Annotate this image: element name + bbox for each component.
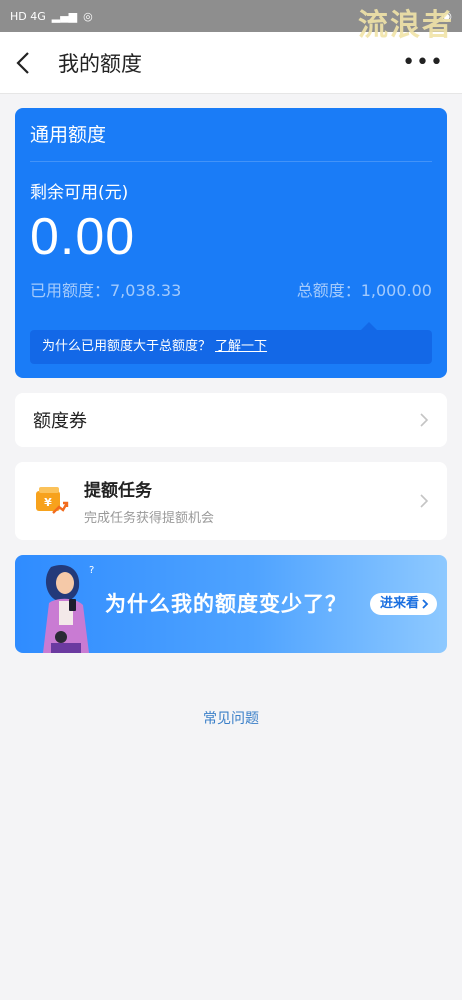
task-left: ¥ 提额任务 完成任务获得提额机会 <box>33 476 214 526</box>
banner-enter-label: 进来看 <box>379 596 419 611</box>
svg-text:¥: ¥ <box>44 496 52 509</box>
back-button[interactable] <box>16 43 44 83</box>
quota-voucher-label: 额度券 <box>33 411 87 432</box>
task-subtitle: 完成任务获得提额机会 <box>84 511 215 526</box>
quota-card: 通用额度 剩余可用(元) 0.00 已用额度：7,038.33 总额度：1,00… <box>15 108 447 378</box>
network-indicator: HD 4G <box>10 9 46 23</box>
chevron-right-icon <box>420 413 429 427</box>
svg-text:?: ? <box>89 565 94 576</box>
chevron-right-icon <box>420 494 429 508</box>
quota-hint: 为什么已用额度大于总额度？ 了解一下 <box>30 322 432 364</box>
woman-illustration: ? <box>43 565 94 653</box>
status-bar: HD 4G ▂▄▆ ◎ ◉ 流浪者 <box>0 0 462 43</box>
banner-text: 为什么我的额度变少了？ <box>105 592 347 616</box>
more-options-button[interactable]: ••• <box>400 50 446 75</box>
page-title: 我的额度 <box>58 51 142 76</box>
quota-card-title: 通用额度 <box>30 108 432 162</box>
remaining-amount: 0.00 <box>30 208 136 266</box>
banner-enter-button[interactable]: 进来看 <box>369 593 437 615</box>
learn-more-link[interactable]: 了解一下 <box>215 339 267 354</box>
chevron-left-icon <box>16 51 29 74</box>
faq-link[interactable]: 常见问题 <box>0 708 462 728</box>
task-title: 提额任务 <box>84 481 152 501</box>
wallet-increase-icon: ¥ <box>36 487 69 514</box>
quota-task-row[interactable]: ¥ 提额任务 完成任务获得提额机会 <box>15 462 447 540</box>
hotspot-icon: ◎ <box>83 9 93 23</box>
watermark: 流浪者 <box>358 8 454 43</box>
status-left: HD 4G ▂▄▆ ◎ <box>10 10 93 23</box>
remaining-label: 剩余可用(元) <box>30 183 129 203</box>
used-quota: 已用额度：7,038.33 <box>30 281 182 300</box>
quota-summary-row: 已用额度：7,038.33 总额度：1,000.00 <box>30 277 432 301</box>
chevron-right-icon <box>422 599 429 609</box>
quota-hint-text: 为什么已用额度大于总额度？ <box>42 339 212 354</box>
task-text: 提额任务 完成任务获得提额机会 <box>84 476 214 526</box>
quota-decrease-banner[interactable]: ? 为什么我的额度变少了？ 进来看 <box>15 555 447 653</box>
total-quota: 总额度：1,000.00 <box>296 281 432 300</box>
signal-icon: ▂▄▆ <box>51 9 78 23</box>
quota-voucher-row[interactable]: 额度券 <box>15 393 447 447</box>
